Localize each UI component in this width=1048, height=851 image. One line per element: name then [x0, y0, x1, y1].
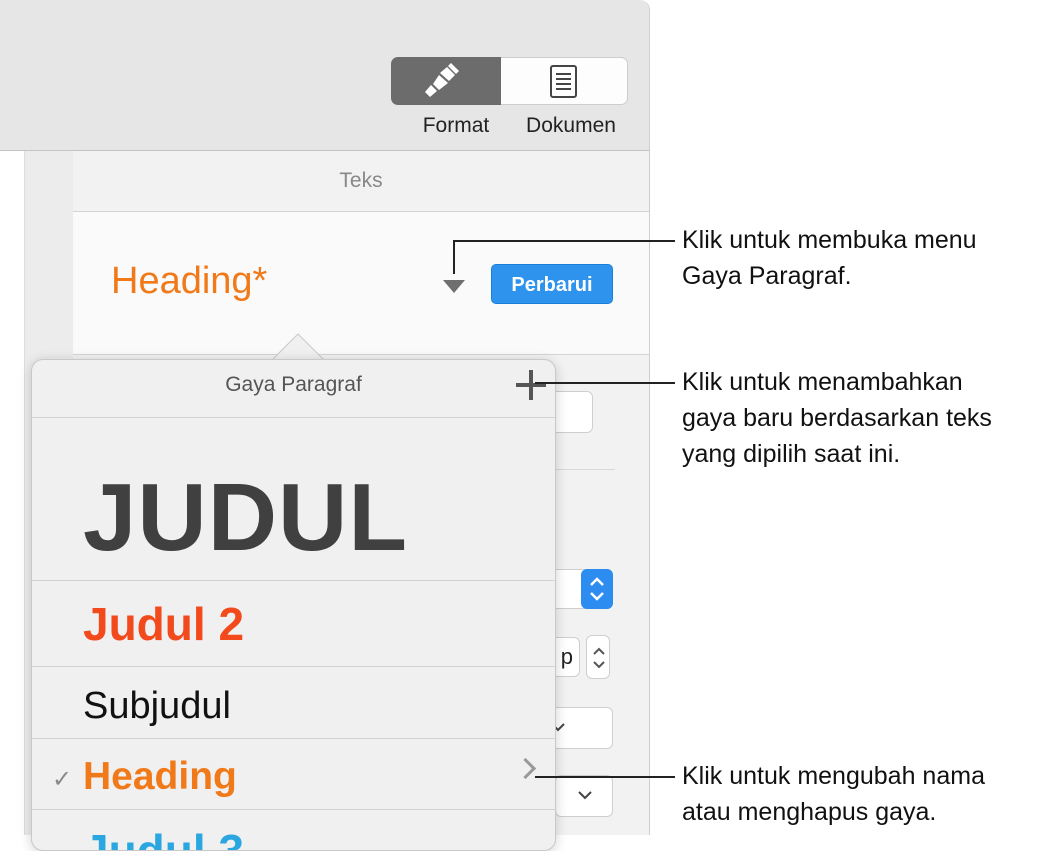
checkmark-icon: ✓	[52, 766, 73, 793]
format-button[interactable]	[391, 57, 501, 105]
chevron-down-icon	[578, 791, 592, 800]
style-item-label: Judul 2	[83, 598, 245, 650]
style-item-judul-2[interactable]: Judul 2	[32, 581, 555, 667]
style-menu-disclosure-icon[interactable]	[443, 280, 465, 293]
up-down-chevron-icon	[593, 647, 605, 669]
style-item-label: JUDUL	[83, 464, 409, 571]
style-item-judul[interactable]: JUDUL	[32, 419, 555, 581]
style-item-label: Heading	[83, 755, 237, 798]
tab-teks[interactable]: Teks	[73, 151, 649, 212]
up-down-chevron-icon	[590, 577, 604, 601]
paragraph-style-row: Heading* Perbarui	[73, 212, 649, 355]
callout-leader	[453, 240, 675, 242]
callout-add: Klik untuk menambahkan gaya baru berdasa…	[682, 364, 992, 472]
callout-leader	[535, 776, 675, 778]
format-label: Format	[422, 114, 490, 137]
current-style-name: Heading*	[111, 260, 268, 302]
callout-leader	[453, 240, 455, 274]
callout-leader	[535, 382, 675, 384]
spacing-popup[interactable]	[555, 775, 613, 817]
style-item-subjudul[interactable]: Subjudul	[32, 667, 555, 739]
paragraph-style-popover: Gaya Paragraf JUDUL Judul 2 Subjudul ✓ H…	[31, 359, 556, 851]
typeface-stepper[interactable]	[581, 569, 613, 609]
style-item-heading[interactable]: ✓ Heading	[32, 739, 555, 810]
document-icon	[550, 65, 577, 98]
callout-rename: Klik untuk mengubah nama atau menghapus …	[682, 758, 985, 830]
style-item-label: Judul 3	[83, 824, 244, 850]
update-style-button[interactable]: Perbarui	[491, 264, 613, 304]
callout-line-text: gaya baru berdasarkan teks	[682, 404, 992, 432]
toolbar: Format Dokumen	[0, 0, 649, 151]
size-stepper[interactable]	[586, 635, 610, 679]
chevron-right-icon[interactable]	[514, 757, 537, 780]
callout-line-text: Klik untuk menambahkan	[682, 368, 963, 396]
popover-title: Gaya Paragraf	[32, 360, 555, 418]
callout-line-text: atau menghapus gaya.	[682, 798, 937, 826]
callout-line-text: Klik untuk mengubah nama	[682, 762, 985, 790]
paintbrush-icon	[425, 63, 459, 97]
document-label: Dokumen	[526, 114, 616, 137]
style-item-label: Subjudul	[83, 685, 231, 727]
document-button[interactable]	[501, 57, 628, 105]
style-item-judul-3[interactable]: Judul 3	[32, 810, 555, 850]
callout-line-text: yang dipilih saat ini.	[682, 440, 901, 468]
size-unit-fragment: p	[560, 644, 573, 669]
callout-line-text: Klik untuk membuka menu	[682, 226, 977, 254]
add-style-icon[interactable]	[516, 370, 546, 400]
callout-menu: Klik untuk membuka menu Gaya Paragraf.	[682, 222, 977, 294]
callout-line-text: Gaya Paragraf.	[682, 262, 852, 290]
popover-arrow	[271, 333, 325, 362]
